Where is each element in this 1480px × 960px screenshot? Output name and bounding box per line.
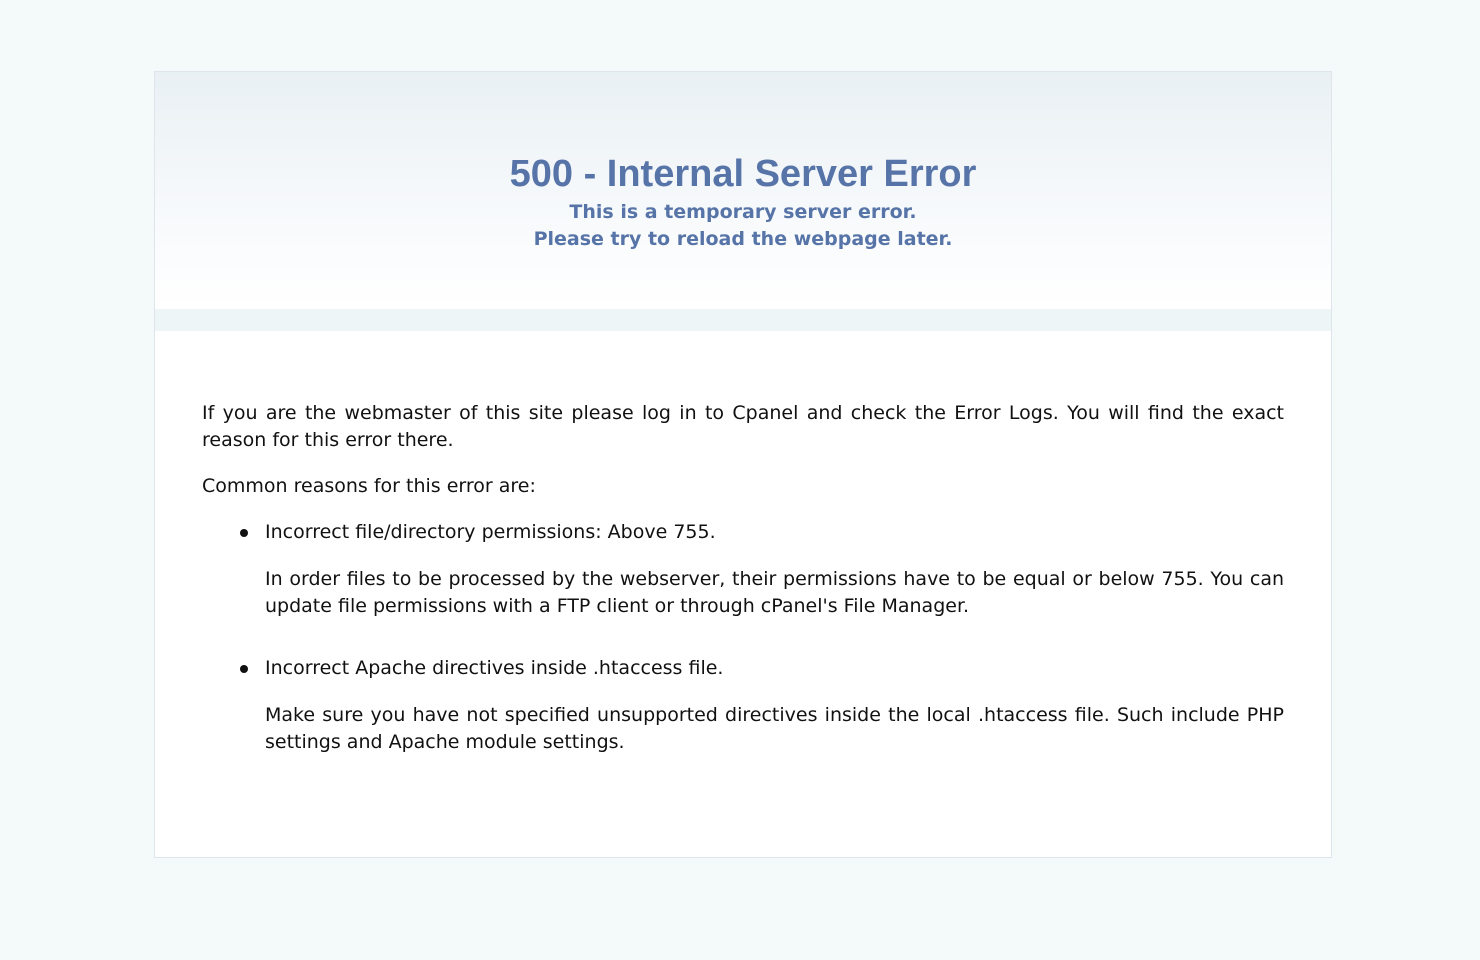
bullet-icon [240,665,248,673]
reason-item-permissions: Incorrect file/directory permissions: Ab… [202,519,1284,620]
reason-title: Incorrect Apache directives inside .htac… [265,657,724,679]
reason-detail: Make sure you have not specified unsuppo… [265,704,1284,753]
page-title: 500 - Internal Server Error [509,153,977,195]
reasons-list: Incorrect file/directory permissions: Ab… [202,519,1284,756]
reason-title: Incorrect file/directory permissions: Ab… [265,521,716,543]
error-card: 500 - Internal Server Error This is a te… [154,71,1332,858]
reason-item-htaccess: Incorrect Apache directives inside .htac… [202,655,1284,756]
reasons-heading: Common reasons for this error are: [202,475,536,497]
error-body: If you are the webmaster of this site pl… [155,331,1331,756]
bullet-icon [240,529,248,537]
error-subtitle-line-1: This is a temporary server error. [569,201,917,223]
reason-detail: In order files to be processed by the we… [265,568,1284,617]
intro-paragraph: If you are the webmaster of this site pl… [202,402,1284,451]
error-header: 500 - Internal Server Error This is a te… [155,72,1331,309]
header-divider [155,309,1331,331]
error-subtitle-line-2: Please try to reload the webpage later. [533,228,953,250]
